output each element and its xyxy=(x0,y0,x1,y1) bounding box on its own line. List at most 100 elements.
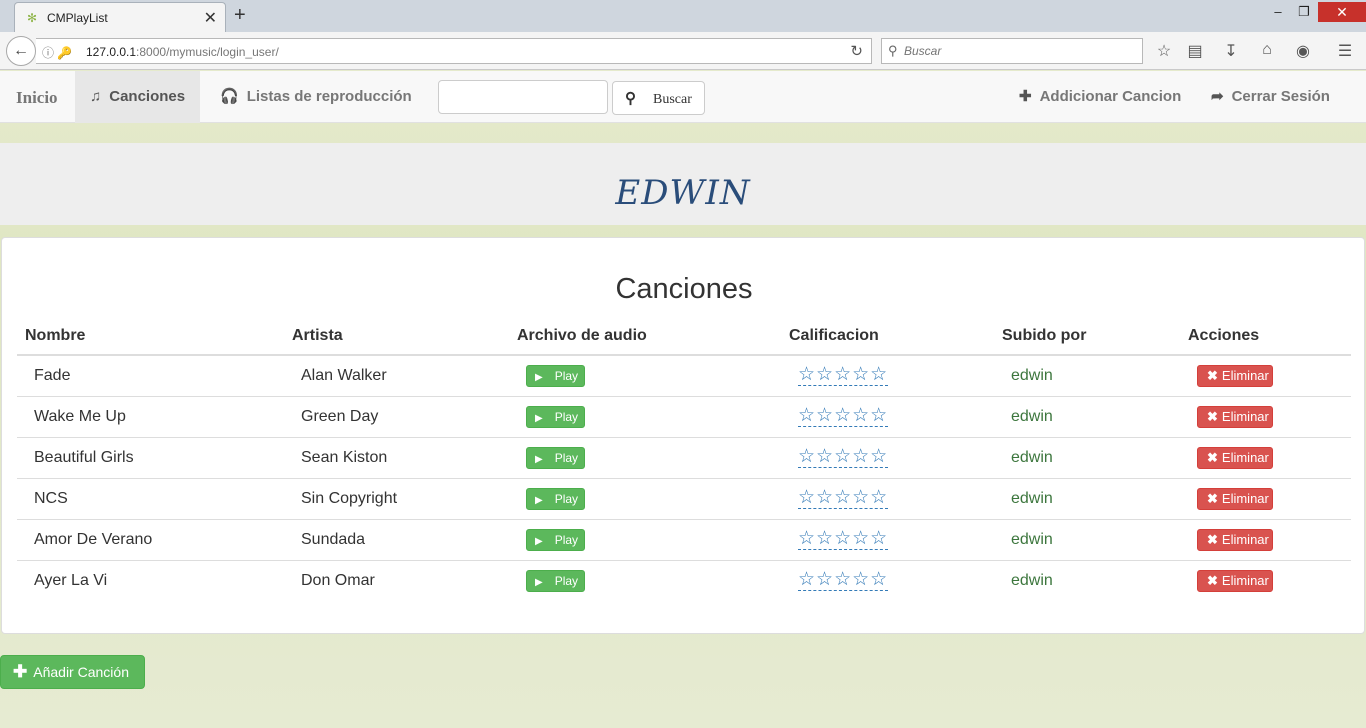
site-navbar: Inicio ♫ Canciones 🎧 Listas de reproducció… xyxy=(0,71,1366,123)
restore-icon[interactable]: ❐ xyxy=(1292,2,1316,22)
song-artist: Green Day xyxy=(284,395,509,437)
browser-tab-bar: ✻ CMPlayList ✕ + – ❐ ✕ xyxy=(0,0,1366,32)
reload-icon[interactable]: ↻ xyxy=(850,42,863,60)
uploader-cell: edwin xyxy=(994,477,1180,519)
column-header: Subido por xyxy=(994,318,1180,356)
back-button[interactable]: ← xyxy=(6,36,36,66)
downloads-icon[interactable]: ↧ xyxy=(1221,41,1241,61)
nav-logout[interactable]: ➦ Cerrar Sesión xyxy=(1196,71,1345,123)
uploader-link[interactable]: edwin xyxy=(1011,531,1053,548)
song-artist: Sundada xyxy=(284,518,509,560)
play-button[interactable]: ▶ Play xyxy=(526,487,585,510)
song-name: Wake Me Up xyxy=(17,395,284,437)
uploader-cell: edwin xyxy=(994,355,1180,396)
uploader-link[interactable]: edwin xyxy=(1011,367,1053,384)
play-button[interactable]: ▶ Play xyxy=(526,364,585,387)
column-header: Nombre xyxy=(17,318,284,356)
nav-playlists[interactable]: 🎧 Listas de reproducción xyxy=(205,71,427,123)
song-search-input[interactable] xyxy=(438,80,608,114)
rating-cell: ☆☆☆☆☆ xyxy=(781,355,994,396)
uploader-link[interactable]: edwin xyxy=(1011,490,1053,507)
column-header: Acciones xyxy=(1180,318,1351,356)
uploader-cell: edwin xyxy=(994,436,1180,478)
nav-songs[interactable]: ♫ Canciones xyxy=(75,71,201,123)
table-row: Wake Me Up Green Day ▶ Play ☆☆☆☆☆ edwin ✖ Elimi… xyxy=(17,395,1351,437)
user-name-title: EDWIN xyxy=(615,173,751,213)
browser-search-input[interactable] xyxy=(904,41,1138,61)
window-close-icon[interactable]: ✕ xyxy=(1318,2,1366,22)
url-text[interactable]: 127.0.0.1:8000/mymusic/login_user/ xyxy=(86,45,279,59)
rating-cell: ☆☆☆☆☆ xyxy=(781,518,994,560)
play-icon: ▶ xyxy=(535,371,543,383)
column-header: Calificacion xyxy=(781,318,994,356)
play-button[interactable]: ▶ Play xyxy=(526,528,585,551)
panel-title: Canciones xyxy=(615,273,753,305)
search-button[interactable]: ⚲ Buscar xyxy=(612,81,705,115)
remove-icon: ✖ xyxy=(1207,490,1218,506)
browser-toolbar: ← ⓘ 🔑 127.0.0.1:8000/mymusic/login_user/… xyxy=(0,32,1366,70)
table-row: Amor De Verano Sundada ▶ Play ☆☆☆☆☆ edwin ✖ Eli… xyxy=(17,518,1351,560)
home-icon[interactable]: ⌂ xyxy=(1257,41,1277,59)
actions-cell: ✖ Eliminar xyxy=(1180,518,1351,560)
star-rating[interactable]: ☆☆☆☆☆ xyxy=(798,447,889,468)
star-rating[interactable]: ☆☆☆☆☆ xyxy=(798,570,889,592)
star-rating[interactable]: ☆☆☆☆☆ xyxy=(798,488,889,509)
minimize-icon[interactable]: – xyxy=(1266,2,1290,22)
actions-cell: ✖ Eliminar xyxy=(1180,395,1351,437)
rating-cell: ☆☆☆☆☆ xyxy=(781,436,994,478)
bookmark-star-icon[interactable]: ☆ xyxy=(1154,41,1174,61)
nav-add-song[interactable]: ✚ Addicionar Cancion xyxy=(1004,71,1196,123)
audio-cell: ▶ Play xyxy=(509,477,781,519)
plus-icon: ✚ xyxy=(1019,88,1032,105)
uploader-link[interactable]: edwin xyxy=(1011,572,1053,589)
url-bar[interactable]: ⓘ 🔑 127.0.0.1:8000/mymusic/login_user/ ↻ xyxy=(36,38,872,64)
delete-button[interactable]: ✖ Eliminar xyxy=(1197,487,1273,510)
play-button[interactable]: ▶ Play xyxy=(526,405,585,428)
play-icon: ▶ xyxy=(535,494,543,506)
table-row: Fade Alan Walker ▶ Play ☆☆☆☆☆ edwin ✖ Eliminar xyxy=(17,355,1351,396)
delete-button[interactable]: ✖ Eliminar xyxy=(1197,405,1273,428)
uploader-link[interactable]: edwin xyxy=(1011,408,1053,425)
headphones-icon: 🎧 xyxy=(220,88,239,105)
song-name: Fade xyxy=(34,366,71,384)
brand-link[interactable]: Inicio xyxy=(16,88,58,108)
star-rating[interactable]: ☆☆☆☆☆ xyxy=(798,406,889,427)
delete-button[interactable]: ✖ Eliminar xyxy=(1197,528,1273,551)
play-button[interactable]: ▶ Play xyxy=(526,446,585,469)
play-icon: ▶ xyxy=(535,535,543,547)
rating-cell: ☆☆☆☆☆ xyxy=(781,395,994,437)
new-tab-icon[interactable]: + xyxy=(234,4,246,27)
pocket-icon[interactable]: ◉ xyxy=(1293,41,1313,61)
site-info-icon[interactable]: ⓘ 🔑 xyxy=(42,44,72,61)
reading-list-icon[interactable]: ▤ xyxy=(1185,41,1205,61)
star-rating[interactable]: ☆☆☆☆☆ xyxy=(798,365,889,387)
tab-title: CMPlayList xyxy=(47,11,108,25)
add-song-button[interactable]: ✚ Añadir Canción xyxy=(0,655,145,689)
star-rating[interactable]: ☆☆☆☆☆ xyxy=(798,529,889,550)
audio-cell: ▶ Play xyxy=(509,355,781,396)
song-name: NCS xyxy=(17,477,284,519)
menu-icon[interactable]: ☰ xyxy=(1335,41,1355,61)
plus-icon: ✚ xyxy=(13,662,28,681)
song-artist: Don Omar xyxy=(284,559,509,601)
song-artist: Sin Copyright xyxy=(284,477,509,519)
browser-tab[interactable]: ✻ CMPlayList ✕ xyxy=(14,2,226,32)
table-header-row: Nombre Artista Archivo de audio Califica… xyxy=(17,318,1351,356)
favicon-icon: ✻ xyxy=(27,11,38,25)
uploader-cell: edwin xyxy=(994,559,1180,601)
delete-button[interactable]: ✖ Eliminar xyxy=(1197,446,1273,469)
remove-icon: ✖ xyxy=(1207,531,1218,547)
table-row: Ayer La Vi Don Omar ▶ Play ☆☆☆☆☆ edwin ✖ Elimin… xyxy=(17,559,1351,601)
close-tab-icon[interactable]: ✕ xyxy=(204,8,217,28)
play-button[interactable]: ▶ Play xyxy=(526,569,585,592)
browser-search-box[interactable]: ⚲ xyxy=(881,38,1143,64)
play-icon: ▶ xyxy=(535,453,543,465)
delete-button[interactable]: ✖ Eliminar xyxy=(1197,569,1273,592)
music-note-icon: ♫ xyxy=(90,88,102,105)
table-row: NCS Sin Copyright ▶ Play ☆☆☆☆☆ edwin ✖ Eliminar xyxy=(17,477,1351,519)
song-name: Amor De Verano xyxy=(17,518,284,560)
search-icon: ⚲ xyxy=(625,91,636,107)
rating-cell: ☆☆☆☆☆ xyxy=(781,559,994,601)
delete-button[interactable]: ✖ Eliminar xyxy=(1197,364,1273,387)
uploader-link[interactable]: edwin xyxy=(1011,449,1053,466)
